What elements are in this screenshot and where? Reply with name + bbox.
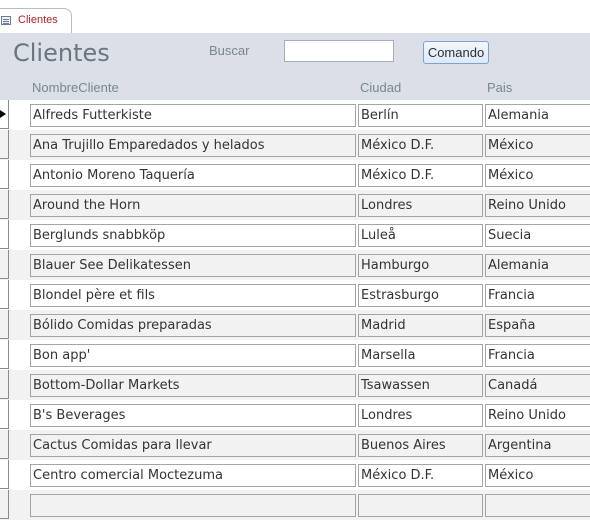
record-selector[interactable] [0,220,9,249]
ciudad-field[interactable]: México D.F. [358,134,483,157]
tab-clientes[interactable]: Clientes [0,8,72,34]
ciudad-field[interactable]: Tsawassen [358,374,483,397]
records-list: Alfreds Futterkiste Berlín Alemania Ana Tru… [0,100,590,520]
table-row[interactable]: Berglunds snabbköp Luleå Suecia [0,220,590,250]
pais-field[interactable]: Canadá [485,374,590,397]
ciudad-field[interactable]: Berlín [358,104,483,127]
table-row[interactable]: B's Beverages Londres Reino Unido [0,400,590,430]
search-label: Buscar [209,43,250,58]
table-row[interactable] [0,490,590,520]
form-header: Clientes Buscar Comando NombreCliente Ci… [0,33,590,100]
nombrecliente-field[interactable]: Blauer See Delikatessen [30,254,356,277]
table-row[interactable]: Alfreds Futterkiste Berlín Alemania [0,100,590,130]
column-header-ciudad: Ciudad [360,80,402,95]
nombrecliente-field[interactable]: Blondel père et fils [30,284,356,307]
pais-field[interactable]: Reino Unido [485,404,590,427]
table-row[interactable]: Centro comercial Moctezuma México D.F. Méx… [0,460,590,490]
nombrecliente-field[interactable]: Alfreds Futterkiste [30,104,356,127]
column-header-pais: Pais [487,80,513,95]
pais-field[interactable]: México [485,164,590,187]
pais-field[interactable]: Argentina [485,434,590,457]
record-selector[interactable] [0,190,9,219]
table-row[interactable]: Bottom-Dollar Markets Tsawassen Canadá [0,370,590,400]
record-selector[interactable] [0,160,9,189]
nombrecliente-field[interactable]: Antonio Moreno Taquería [30,164,356,187]
ciudad-field[interactable]: Marsella [358,344,483,367]
pais-field[interactable]: Alemania [485,254,590,277]
ciudad-field[interactable]: Madrid [358,314,483,337]
pais-field[interactable]: Suecia [485,224,590,247]
table-row[interactable]: Blondel père et fils Estrasburgo Francia [0,280,590,310]
record-selector[interactable] [0,310,9,339]
table-row[interactable]: Blauer See Delikatessen Hamburgo Alemania [0,250,590,280]
record-selector[interactable] [0,130,9,159]
record-selector[interactable] [0,490,9,519]
nombrecliente-field[interactable] [30,494,356,517]
ciudad-field[interactable]: Londres [358,194,483,217]
form-icon [1,16,11,25]
nombrecliente-field[interactable]: Around the Horn [30,194,356,217]
record-selector[interactable] [0,460,9,489]
nombrecliente-field[interactable]: Ana Trujillo Emparedados y helados [30,134,356,157]
nombrecliente-field[interactable]: Cactus Comidas para llevar [30,434,356,457]
nombrecliente-field[interactable]: Bólido Comidas preparadas [30,314,356,337]
nombrecliente-field[interactable]: Berglunds snabbköp [30,224,356,247]
table-row[interactable]: Around the Horn Londres Reino Unido [0,190,590,220]
ciudad-field[interactable]: Luleå [358,224,483,247]
tab-label: Clientes [18,14,58,26]
nombrecliente-field[interactable]: Bon app' [30,344,356,367]
record-selector[interactable] [0,280,9,309]
document-tab-strip: Clientes [0,0,590,34]
ciudad-field[interactable]: Londres [358,404,483,427]
ciudad-field[interactable]: México D.F. [358,464,483,487]
nombrecliente-field[interactable]: Centro comercial Moctezuma [30,464,356,487]
form-title: Clientes [13,39,110,67]
command-button[interactable]: Comando [423,41,489,64]
ciudad-field[interactable] [358,494,483,517]
table-row[interactable]: Cactus Comidas para llevar Buenos Aires Ar… [0,430,590,460]
pais-field[interactable] [485,494,590,517]
record-selector[interactable] [0,250,9,279]
record-selector[interactable] [0,430,9,459]
ciudad-field[interactable]: Hamburgo [358,254,483,277]
pais-field[interactable]: Francia [485,344,590,367]
nombrecliente-field[interactable]: Bottom-Dollar Markets [30,374,356,397]
pais-field[interactable]: México [485,464,590,487]
pais-field[interactable]: Reino Unido [485,194,590,217]
ciudad-field[interactable]: Estrasburgo [358,284,483,307]
record-selector[interactable] [0,340,9,369]
table-row[interactable]: Antonio Moreno Taquería México D.F. México [0,160,590,190]
record-selector[interactable] [0,100,9,129]
pais-field[interactable]: México [485,134,590,157]
pais-field[interactable]: Francia [485,284,590,307]
column-header-nombrecliente: NombreCliente [32,80,119,95]
ciudad-field[interactable]: México D.F. [358,164,483,187]
table-row[interactable]: Bon app' Marsella Francia [0,340,590,370]
table-row[interactable]: Ana Trujillo Emparedados y helados México… [0,130,590,160]
nombrecliente-field[interactable]: B's Beverages [30,404,356,427]
pais-field[interactable]: Alemania [485,104,590,127]
search-input[interactable] [284,40,394,62]
record-selector[interactable] [0,400,9,429]
record-selector[interactable] [0,370,9,399]
pais-field[interactable]: España [485,314,590,337]
table-row[interactable]: Bólido Comidas preparadas Madrid España [0,310,590,340]
ciudad-field[interactable]: Buenos Aires [358,434,483,457]
